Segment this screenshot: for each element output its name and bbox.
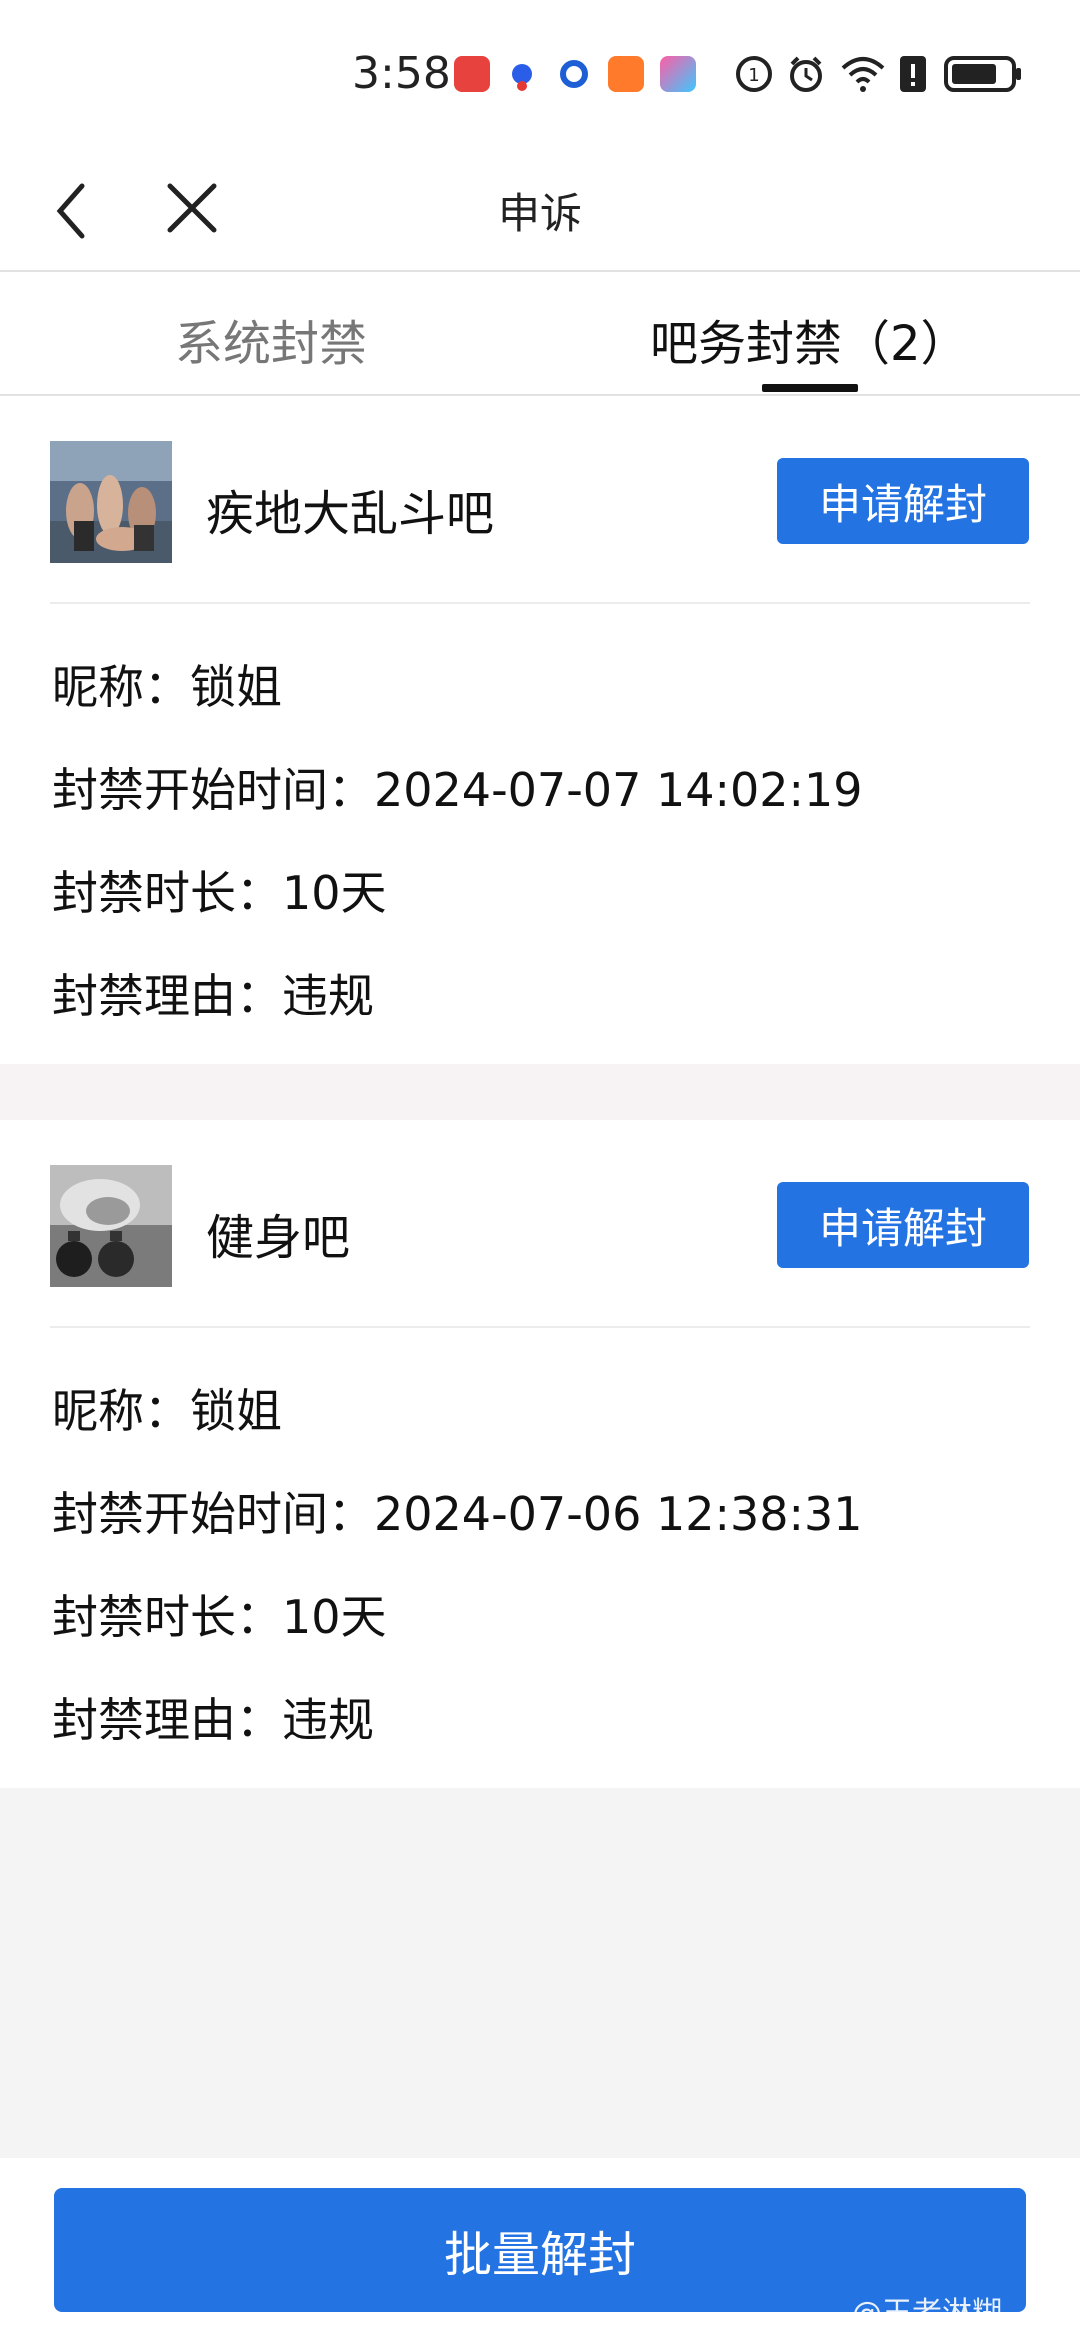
ban-card: 疾地大乱斗吧 申请解封 昵称：锁姐 封禁开始时间：2024-07-07 14:0… — [0, 396, 1080, 1064]
active-tab-indicator — [762, 384, 858, 392]
bar-name: 疾地大乱斗吧 — [206, 486, 495, 542]
bar-name: 健身吧 — [206, 1210, 351, 1266]
battery-icon — [944, 56, 1021, 92]
card-separator — [0, 1064, 1080, 1120]
nickname: 昵称：锁姐 — [52, 1384, 282, 1438]
divider — [50, 1326, 1030, 1328]
ban-card-header: 疾地大乱斗吧 申请解封 — [0, 396, 1080, 601]
request-unban-button[interactable]: 申请解封 — [777, 458, 1029, 544]
tab-system-ban[interactable]: 系统封禁 — [175, 304, 367, 374]
page-title: 申诉 — [497, 189, 582, 238]
ban-start-time: 封禁开始时间：2024-07-06 12:38:31 — [52, 1487, 863, 1541]
svg-text:1: 1 — [748, 65, 759, 86]
circle-app-icon — [556, 56, 592, 92]
request-unban-button[interactable]: 申请解封 — [777, 1182, 1029, 1268]
divider — [50, 602, 1030, 604]
signal-icon: 1 — [736, 56, 772, 92]
baidu-app-icon — [504, 56, 540, 92]
bar-avatar — [50, 1165, 172, 1287]
ban-card: 健身吧 申请解封 昵称：锁姐 封禁开始时间：2024-07-06 12:38:3… — [0, 1120, 1080, 1788]
ban-start-time: 封禁开始时间：2024-07-07 14:02:19 — [52, 763, 863, 817]
bar-avatar — [50, 441, 172, 563]
ban-duration: 封禁时长：10天 — [52, 866, 387, 920]
nav-bar: 申诉 — [0, 150, 1080, 272]
paint-app-icon — [660, 56, 696, 92]
ban-reason: 封禁理由：违规 — [52, 1693, 374, 1747]
status-time: 3:58 — [352, 48, 451, 99]
sim-alert-icon — [900, 56, 926, 92]
watermark: @王者淋糊 — [852, 2296, 1002, 2331]
nickname: 昵称：锁姐 — [52, 660, 282, 714]
ban-duration: 封禁时长：10天 — [52, 1590, 387, 1644]
tab-bar-admin-ban[interactable]: 吧务封禁（2） — [650, 304, 969, 374]
status-bar: 3:58 1 — [0, 0, 1080, 150]
tab-bar: 系统封禁 吧务封禁（2） — [0, 272, 1080, 397]
shopping-app-icon — [608, 56, 644, 92]
ban-card-header: 健身吧 申请解封 — [0, 1120, 1080, 1325]
huawei-app-icon — [454, 56, 490, 92]
ban-reason: 封禁理由：违规 — [52, 969, 374, 1023]
wifi-icon — [841, 57, 885, 92]
alarm-icon — [790, 56, 822, 92]
